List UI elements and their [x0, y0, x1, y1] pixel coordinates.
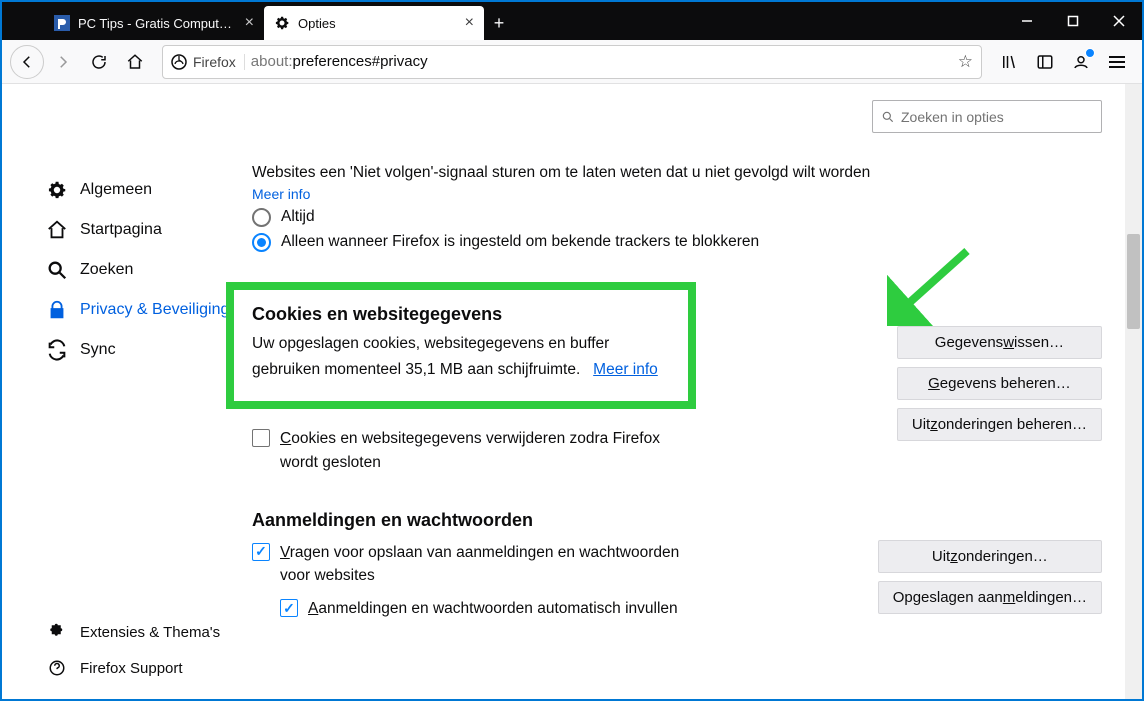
close-icon[interactable]: × [245, 14, 254, 32]
search-icon [46, 259, 68, 281]
dnt-option-default[interactable]: Alleen wanneer Firefox is ingesteld om b… [252, 233, 1102, 252]
reload-button[interactable] [82, 45, 116, 79]
url-text: about:preferences#privacy [251, 53, 952, 70]
saved-logins-button[interactable]: Opgeslagen aanmeldingen… [878, 581, 1102, 614]
cookie-exceptions-button[interactable]: Uitzonderingen beheren… [897, 408, 1102, 441]
maximize-button[interactable] [1050, 2, 1096, 40]
sidebar-item-support[interactable]: Firefox Support [46, 657, 220, 679]
library-button[interactable] [992, 45, 1026, 79]
tab-active[interactable]: Opties × [264, 6, 484, 40]
favicon-pctips [54, 15, 70, 31]
account-button[interactable] [1064, 45, 1098, 79]
cookies-heading: Cookies en websitegegevens [252, 304, 670, 325]
checkbox-icon [252, 429, 270, 447]
sync-icon [46, 339, 68, 361]
tab-label: PC Tips - Gratis Computer tips [78, 16, 237, 31]
checkbox-icon [252, 543, 270, 561]
identity-label: Firefox [193, 54, 236, 70]
cookies-description: Uw opgeslagen cookies, websitegegevens e… [252, 331, 670, 384]
annotation-arrow [887, 246, 977, 326]
category-sidebar: Algemeen Startpagina Zoeken Privacy & Be… [2, 84, 252, 699]
scrollbar[interactable] [1125, 84, 1142, 699]
manage-data-button[interactable]: Gegevens beheren… [897, 367, 1102, 400]
sidebar-item-label: Sync [80, 341, 116, 359]
logins-section: Aanmeldingen en wachtwoorden Uitzonderin… [252, 510, 1102, 621]
back-button[interactable] [10, 45, 44, 79]
search-placeholder: Zoeken in opties [901, 109, 1004, 125]
forward-button[interactable] [46, 45, 80, 79]
bookmark-star-icon[interactable]: ☆ [958, 52, 973, 72]
home-icon [46, 219, 68, 241]
radio-icon [252, 233, 271, 252]
delete-on-close-checkbox[interactable]: Cookies en websitegegevens verwijderen z… [252, 427, 692, 474]
window-close-button[interactable] [1096, 2, 1142, 40]
radio-icon [252, 208, 271, 227]
ask-save-passwords-checkbox[interactable]: Vragen voor opslaan van aanmeldingen en … [252, 541, 702, 588]
sidebar-item-extensions[interactable]: Extensies & Thema's [46, 621, 220, 643]
scrollbar-thumb[interactable] [1127, 234, 1140, 329]
help-icon [46, 657, 68, 679]
nav-toolbar: Firefox about:preferences#privacy ☆ [2, 40, 1142, 84]
sidebar-item-home[interactable]: Startpagina [46, 219, 252, 241]
gear-icon [274, 15, 290, 31]
login-exceptions-button[interactable]: Uitzonderingen… [878, 540, 1102, 573]
home-button[interactable] [118, 45, 152, 79]
search-options-input[interactable]: Zoeken in opties [872, 100, 1102, 133]
annotation-highlight: Cookies en websitegegevens Uw opgeslagen… [226, 282, 696, 410]
sidebar-item-sync[interactable]: Sync [46, 339, 252, 361]
menu-button[interactable] [1100, 45, 1134, 79]
dnt-learn-more-link[interactable]: Meer info [252, 186, 310, 202]
dnt-description: Websites een 'Niet volgen'-signaal sture… [252, 161, 1102, 186]
main-pane: Zoeken in opties Websites een 'Niet volg… [252, 84, 1142, 699]
sidebar-item-label: Privacy & Beveiliging [80, 301, 229, 319]
puzzle-icon [46, 621, 68, 643]
sidebar-item-search[interactable]: Zoeken [46, 259, 252, 281]
preferences-content: Algemeen Startpagina Zoeken Privacy & Be… [2, 84, 1142, 699]
clear-data-button[interactable]: Gegevens wissen… [897, 326, 1102, 359]
dnt-option-always[interactable]: Altijd [252, 208, 1102, 227]
sidebar-item-label: Algemeen [80, 181, 152, 199]
new-tab-button[interactable]: + [484, 6, 514, 40]
minimize-button[interactable] [1004, 2, 1050, 40]
checkbox-icon [280, 599, 298, 617]
sidebar-item-privacy[interactable]: Privacy & Beveiliging [46, 299, 252, 321]
dnt-section: Websites een 'Niet volgen'-signaal sture… [252, 161, 1102, 252]
sidebar-item-label: Startpagina [80, 221, 162, 239]
tab-background[interactable]: PC Tips - Gratis Computer tips × [44, 6, 264, 40]
tab-label: Opties [298, 16, 457, 31]
window-controls [1004, 2, 1142, 40]
cookies-section: Cookies en websitegegevens Uw opgeslagen… [252, 282, 1102, 474]
cookies-learn-more-link[interactable]: Meer info [593, 361, 658, 378]
lock-icon [46, 299, 68, 321]
tab-strip: PC Tips - Gratis Computer tips × Opties … [2, 2, 1142, 40]
logins-heading: Aanmeldingen en wachtwoorden [252, 510, 1102, 531]
sidebar-item-general[interactable]: Algemeen [46, 179, 252, 201]
sidebar-item-label: Firefox Support [80, 660, 183, 677]
sidebar-button[interactable] [1028, 45, 1062, 79]
sidebar-item-label: Extensies & Thema's [80, 624, 220, 641]
identity-box[interactable]: Firefox [171, 54, 245, 70]
hamburger-icon [1109, 56, 1125, 68]
sidebar-item-label: Zoeken [80, 261, 133, 279]
close-icon[interactable]: × [465, 14, 474, 32]
url-bar[interactable]: Firefox about:preferences#privacy ☆ [162, 45, 982, 79]
gear-icon [46, 179, 68, 201]
